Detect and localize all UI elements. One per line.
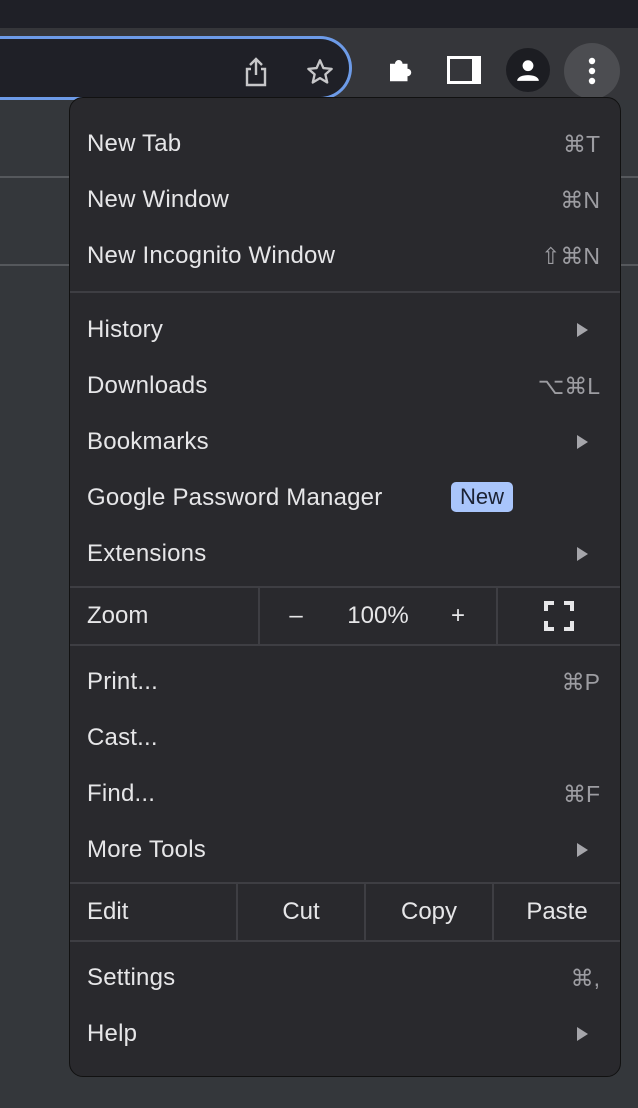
zoom-separator bbox=[258, 588, 260, 644]
menu-item-history[interactable]: History bbox=[70, 302, 620, 358]
menu-kebab-icon[interactable] bbox=[564, 43, 620, 99]
extensions-puzzle-icon[interactable] bbox=[382, 52, 418, 88]
shortcut-label: ⌘P bbox=[561, 668, 600, 695]
window-title-bar bbox=[0, 0, 638, 28]
menu-item-downloads[interactable]: Downloads ⌥⌘L bbox=[70, 358, 620, 414]
menu-item-label: Google Password Manager bbox=[87, 484, 383, 511]
menu-item-label: Settings bbox=[87, 964, 176, 991]
submenu-arrow-icon bbox=[577, 1027, 588, 1041]
menu-item-label: Downloads bbox=[87, 372, 208, 399]
submenu-arrow-icon bbox=[577, 547, 588, 561]
zoom-level: 100% bbox=[347, 602, 409, 629]
menu-item-more-tools[interactable]: More Tools bbox=[70, 822, 620, 878]
menu-item-cast[interactable]: Cast... bbox=[70, 710, 620, 766]
submenu-arrow-icon bbox=[577, 435, 588, 449]
menu-item-password-manager[interactable]: Google Password Manager New bbox=[70, 470, 620, 526]
zoom-out-button[interactable]: – bbox=[270, 588, 322, 644]
menu-item-find[interactable]: Find... ⌘F bbox=[70, 766, 620, 822]
menu-item-label: Extensions bbox=[87, 540, 207, 567]
menu-item-label: History bbox=[87, 316, 164, 343]
shortcut-label: ⌘F bbox=[562, 780, 600, 807]
menu-item-extensions[interactable]: Extensions bbox=[70, 526, 620, 582]
fullscreen-button[interactable] bbox=[498, 588, 620, 644]
submenu-arrow-icon bbox=[577, 323, 588, 337]
menu-item-label: Bookmarks bbox=[87, 428, 209, 455]
menu-item-help[interactable]: Help bbox=[70, 1006, 620, 1062]
shortcut-label: ⌥⌘L bbox=[537, 372, 600, 399]
menu-item-label: New Incognito Window bbox=[87, 242, 336, 269]
menu-item-label: Find... bbox=[87, 780, 156, 807]
shortcut-label: ⌘T bbox=[562, 130, 600, 157]
menu-item-label: More Tools bbox=[87, 836, 206, 863]
edit-row: Edit Cut Copy Paste bbox=[70, 884, 620, 940]
menu-separator bbox=[70, 291, 620, 293]
fullscreen-icon bbox=[544, 601, 574, 631]
cut-button[interactable]: Cut bbox=[238, 884, 364, 940]
shortcut-label: ⌘, bbox=[570, 964, 600, 991]
chrome-main-menu: New Tab ⌘T New Window ⌘N New Incognito W… bbox=[69, 97, 621, 1077]
menu-separator bbox=[70, 940, 620, 942]
submenu-arrow-icon bbox=[577, 843, 588, 857]
bookmark-star-icon[interactable] bbox=[302, 54, 338, 90]
menu-separator bbox=[70, 644, 620, 646]
menu-item-new-incognito-window[interactable]: New Incognito Window ⇧⌘N bbox=[70, 228, 620, 284]
paste-button[interactable]: Paste bbox=[494, 884, 620, 940]
menu-item-print[interactable]: Print... ⌘P bbox=[70, 654, 620, 710]
profile-avatar-icon[interactable] bbox=[506, 48, 550, 92]
menu-item-new-window[interactable]: New Window ⌘N bbox=[70, 172, 620, 228]
menu-item-label: Print... bbox=[87, 668, 158, 695]
side-panel-icon[interactable] bbox=[446, 52, 482, 88]
zoom-in-button[interactable]: + bbox=[432, 588, 484, 644]
copy-button[interactable]: Copy bbox=[366, 884, 492, 940]
shortcut-label: ⌘N bbox=[560, 186, 600, 213]
new-badge: New bbox=[451, 482, 514, 512]
share-icon[interactable] bbox=[240, 54, 272, 90]
menu-item-label: Cast... bbox=[87, 724, 158, 751]
edit-label: Edit bbox=[87, 898, 129, 925]
menu-item-new-tab[interactable]: New Tab ⌘T bbox=[70, 116, 620, 172]
menu-item-label: New Window bbox=[87, 186, 230, 213]
shortcut-label: ⇧⌘N bbox=[541, 242, 600, 269]
zoom-label: Zoom bbox=[87, 602, 149, 629]
menu-item-settings[interactable]: Settings ⌘, bbox=[70, 950, 620, 1006]
menu-item-label: New Tab bbox=[87, 130, 182, 157]
menu-item-label: Help bbox=[87, 1020, 138, 1047]
address-bar[interactable] bbox=[0, 36, 352, 100]
zoom-row: Zoom – 100% + bbox=[70, 588, 620, 644]
menu-item-bookmarks[interactable]: Bookmarks bbox=[70, 414, 620, 470]
